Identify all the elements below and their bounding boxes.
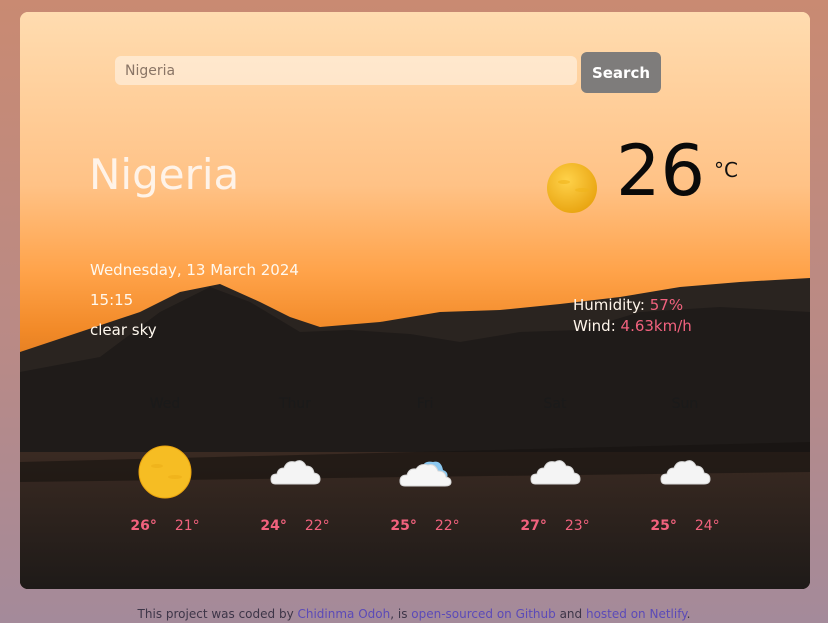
cloud-icon (660, 460, 711, 485)
forecast-max: 26° (130, 518, 157, 534)
search-button[interactable]: Search (581, 52, 661, 93)
city-name: Nigeria (89, 150, 240, 199)
forecast-day: Sat 27° 23° (500, 396, 610, 534)
forecast-min: 24° (694, 518, 720, 534)
wind: Wind: 4.63km/h (573, 317, 692, 335)
forecast-min: 23° (564, 518, 590, 534)
forecast-min: 22° (304, 518, 330, 534)
footer-mid1: , is (390, 607, 412, 621)
humidity-value: 57% (649, 296, 684, 314)
current-time: 15:15 (90, 291, 134, 309)
forecast: Wed 26° 21° Thur 24° 22° Fri 25° 22° Sat… (100, 396, 750, 546)
humidity-label: Humidity: (573, 296, 650, 314)
temperature-unit: °C (714, 158, 738, 182)
forecast-min: 22° (434, 518, 460, 534)
forecast-max: 25° (390, 518, 417, 534)
forecast-day-name: Sun (671, 396, 699, 412)
forecast-day: Thur 24° 22° (240, 396, 350, 534)
forecast-max: 27° (520, 518, 547, 534)
footer-suffix: . (686, 607, 691, 621)
humidity: Humidity: 57% (573, 296, 683, 314)
cloud-icon (270, 460, 321, 485)
sun-behind-cloud-icon (399, 461, 452, 487)
footer-prefix: This project was coded by (137, 607, 298, 621)
netlify-link[interactable]: hosted on Netlify (586, 607, 687, 621)
wind-value: 4.63km/h (620, 317, 692, 335)
cloud-icon (530, 460, 581, 485)
weather-card: Search Nigeria Wednesday, 13 March 2024 … (20, 12, 810, 589)
weather-description: clear sky (90, 321, 157, 339)
forecast-day: Fri 25° 22° (370, 396, 480, 534)
footer-mid2: and (555, 607, 586, 621)
sun-icon (547, 163, 597, 213)
forecast-day-name: Sat (543, 396, 567, 412)
wind-label: Wind: (573, 317, 621, 335)
search-form: Search (115, 52, 661, 94)
forecast-max: 24° (260, 518, 287, 534)
forecast-max: 25° (650, 518, 677, 534)
author-link[interactable]: Chidinma Odoh (297, 607, 390, 621)
forecast-day-name: Wed (149, 396, 181, 412)
forecast-day: Wed 26° 21° (110, 396, 220, 534)
current-temperature: 26 (616, 130, 706, 212)
sun-icon (138, 445, 192, 499)
github-link[interactable]: open-sourced on Github (411, 607, 556, 621)
forecast-day-name: Thur (278, 396, 312, 412)
footer: This project was coded by Chidinma Odoh,… (0, 607, 828, 621)
forecast-min: 21° (174, 518, 200, 534)
search-input[interactable] (115, 56, 577, 85)
current-date: Wednesday, 13 March 2024 (90, 261, 299, 279)
forecast-day-name: Fri (416, 396, 434, 412)
forecast-day: Sun 25° 24° (630, 396, 740, 534)
